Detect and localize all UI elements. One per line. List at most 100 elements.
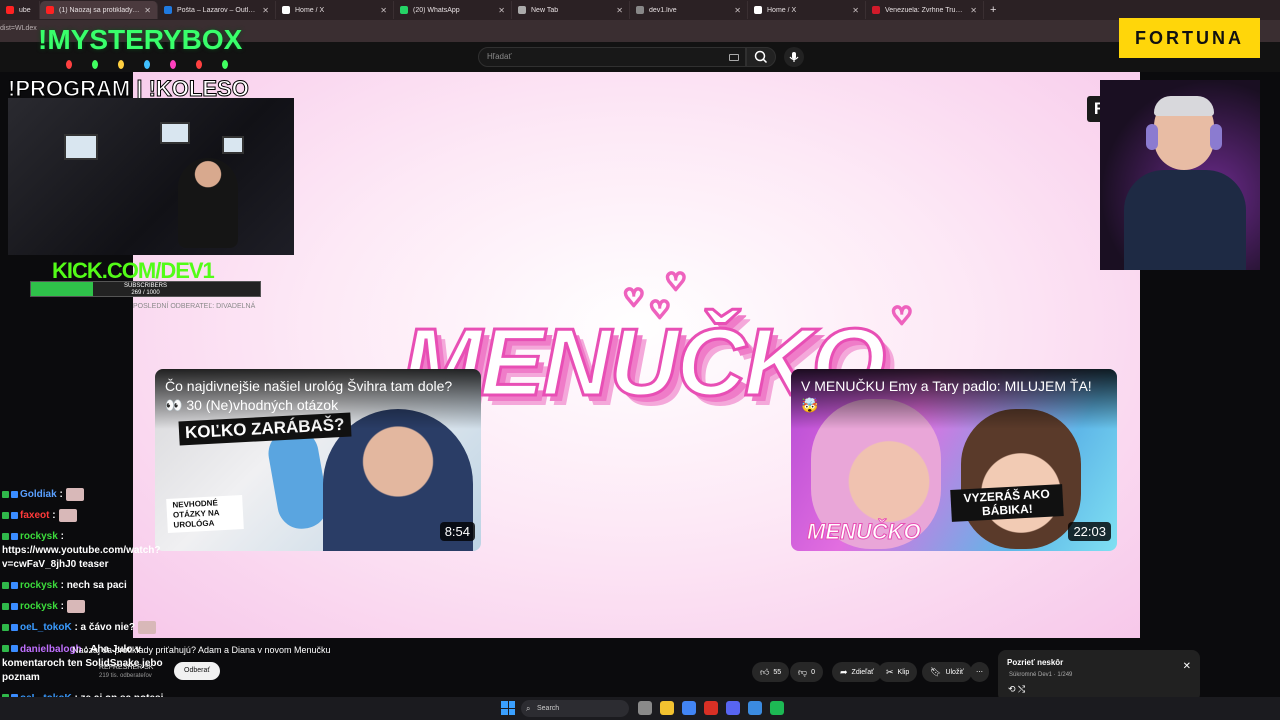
tab-favicon-icon	[636, 6, 644, 14]
chat-username[interactable]: rockysk	[20, 580, 58, 591]
overlay-mysterybox: !MYSTERYBOX	[38, 24, 243, 55]
tab-title: Pošta – Lazarov – Outlook	[177, 6, 259, 14]
tab-close-icon[interactable]: ✕	[144, 6, 151, 15]
tab-favicon-icon	[754, 6, 762, 14]
chat-message: rockysk :	[0, 600, 170, 614]
taskbar-app-icon[interactable]	[770, 701, 784, 715]
chat-badge-icon	[11, 645, 18, 653]
chat-badge-icon	[2, 491, 9, 498]
browser-tab[interactable]: (1) Naozaj sa protiklady priťahujú?✕	[40, 1, 158, 19]
chat-message: rockysk : https://www.youtube.com/watch?…	[0, 530, 170, 572]
loop-shuffle-controls[interactable]: ⟲ ⤭	[1008, 684, 1025, 695]
dislike-count: 0	[811, 668, 816, 676]
streamer-figure	[1120, 96, 1250, 270]
tab-favicon-icon	[164, 6, 172, 14]
voice-search-button[interactable]	[784, 47, 804, 67]
taskbar-app-icon[interactable]	[748, 701, 762, 715]
taskbar-app-icon[interactable]	[704, 701, 718, 715]
video-title: Naozaj sa protiklady priťahujú? Adam a D…	[72, 645, 331, 655]
thumbs-down-icon: 👎︎	[798, 666, 808, 677]
chat-message: rockysk : nech sa paci	[0, 579, 170, 593]
tab-close-icon[interactable]: ✕	[852, 6, 859, 15]
tab-title: Venezuela: Zvrhne Trump režim	[885, 6, 966, 14]
watch-later-panel[interactable]: Pozrieť neskôr Súkromné Dev1 · 1/249 ✕ ⟲…	[998, 650, 1200, 702]
browser-tab[interactable]: Home / X ✕	[748, 1, 866, 19]
search-button[interactable]	[746, 47, 776, 67]
microphone-icon	[789, 52, 799, 62]
close-icon[interactable]: ✕	[1183, 661, 1191, 672]
screen: ube(1) Naozaj sa protiklady priťahujú?✕P…	[0, 0, 1280, 720]
tab-close-icon[interactable]: ✕	[616, 6, 623, 15]
tab-close-icon[interactable]: ✕	[498, 6, 505, 15]
chat-username[interactable]: Goldiak	[20, 489, 57, 500]
chat-text: : a čávo nie?	[74, 622, 136, 634]
like-count: 55	[773, 668, 782, 676]
chat-badge-icon	[11, 603, 18, 611]
channel-name[interactable]: REFRESHER SK	[99, 664, 153, 671]
endscreen-video-card[interactable]: VYZERÁŠ AKO BÁBIKA! MENUČKO V MENUČKU Em…	[791, 369, 1117, 551]
tab-favicon-icon	[6, 6, 14, 14]
tab-close-icon[interactable]: ✕	[970, 6, 977, 15]
streamer-figure	[178, 158, 238, 248]
bookmark-icon: 🔖︎	[930, 666, 942, 677]
chat-emote-icon	[58, 509, 77, 523]
endscreen-video-card[interactable]: KOĽKO ZARÁBAŠ? NEVHODNÉ OTÁZKY NA UROLÓG…	[155, 369, 481, 551]
channel-subscriber-count: 219 tis. odberateľov	[99, 673, 152, 679]
tab-title: dev1.live	[649, 6, 677, 14]
tab-favicon-icon	[282, 6, 290, 14]
dislike-button[interactable]: 👎︎ 0	[790, 662, 824, 682]
keyboard-icon[interactable]	[729, 54, 739, 61]
browser-tab[interactable]: Venezuela: Zvrhne Trump režim ✕	[866, 1, 984, 19]
scissors-icon: ✂	[886, 666, 894, 677]
taskbar-app-icon[interactable]	[660, 701, 674, 715]
address-text: dist=WLdex	[0, 25, 37, 32]
tab-close-icon[interactable]: ✕	[734, 6, 741, 15]
more-actions-button[interactable]: ⋯	[970, 662, 989, 682]
new-tab-button[interactable]: +	[990, 4, 996, 16]
like-button[interactable]: 👍︎ 55	[752, 662, 790, 682]
taskbar-app-icon[interactable]	[726, 701, 740, 715]
chat-text: : nech sa paci	[60, 580, 127, 592]
clip-button[interactable]: ✂ Klip	[878, 662, 918, 682]
tab-close-icon[interactable]: ✕	[262, 6, 269, 15]
browser-tab[interactable]: Home / X ✕	[276, 1, 394, 19]
glove-image	[264, 425, 332, 533]
christmas-lights-icon	[60, 56, 240, 74]
taskbar-app-icon[interactable]	[682, 701, 696, 715]
gameplay-camera	[8, 98, 294, 255]
subscribe-button[interactable]: Odberať	[174, 662, 220, 680]
chat-emote-icon	[66, 600, 85, 614]
chat-badge-icon	[11, 624, 18, 632]
search-input[interactable]: Hľadať	[478, 47, 746, 67]
browser-tab[interactable]: Pošta – Lazarov – Outlook ✕	[158, 1, 276, 19]
tab-title: (20) WhatsApp	[413, 6, 460, 14]
tab-close-icon[interactable]: ✕	[380, 6, 387, 15]
chat-username[interactable]: rockysk	[20, 601, 58, 612]
taskbar-search[interactable]: ⌕ Search	[521, 700, 629, 717]
chat-badge-icon	[11, 512, 18, 520]
tab-title: ube	[19, 6, 31, 14]
browser-tab-bar: ube(1) Naozaj sa protiklady priťahujú?✕P…	[0, 0, 1280, 20]
duration-badge: 8:54	[439, 522, 475, 541]
chat-username[interactable]: faxeot	[20, 510, 49, 521]
chat-text: :	[59, 489, 63, 501]
save-button[interactable]: 🔖︎ Uložiť	[922, 662, 972, 682]
share-button[interactable]: ➦ Zdieľať	[832, 662, 882, 682]
windows-start-icon[interactable]	[501, 701, 515, 715]
browser-tab[interactable]: ube	[0, 1, 40, 19]
card-title: Čo najdivnejšie našiel urológ Švihra tam…	[165, 378, 453, 413]
subscriber-goal-label: SUBSCRIBERS	[123, 283, 167, 289]
overlay-last-subscriber: POSLEDNÍ ODBERATEĽ: DIVADELNÁ	[133, 303, 256, 310]
tab-title: Home / X	[767, 6, 797, 14]
chat-badge-icon	[2, 582, 9, 590]
browser-tab[interactable]: dev1.live ✕	[630, 1, 748, 19]
browser-tab[interactable]: New Tab ✕	[512, 1, 630, 19]
chat-username[interactable]: rockysk	[20, 531, 58, 542]
chat-message: oeL_tokoK : a čávo nie?	[0, 621, 170, 635]
taskbar-app-icon[interactable]	[638, 701, 652, 715]
chat-username[interactable]: oeL_tokoK	[20, 623, 72, 634]
subscriber-goal-bar: SUBSCRIBERS 269 / 1000	[30, 281, 261, 297]
browser-tab[interactable]: (20) WhatsApp ✕	[394, 1, 512, 19]
thumbnail-caption: VYZERÁŠ AKO BÁBIKA!	[950, 484, 1064, 522]
tab-favicon-icon	[872, 6, 880, 14]
